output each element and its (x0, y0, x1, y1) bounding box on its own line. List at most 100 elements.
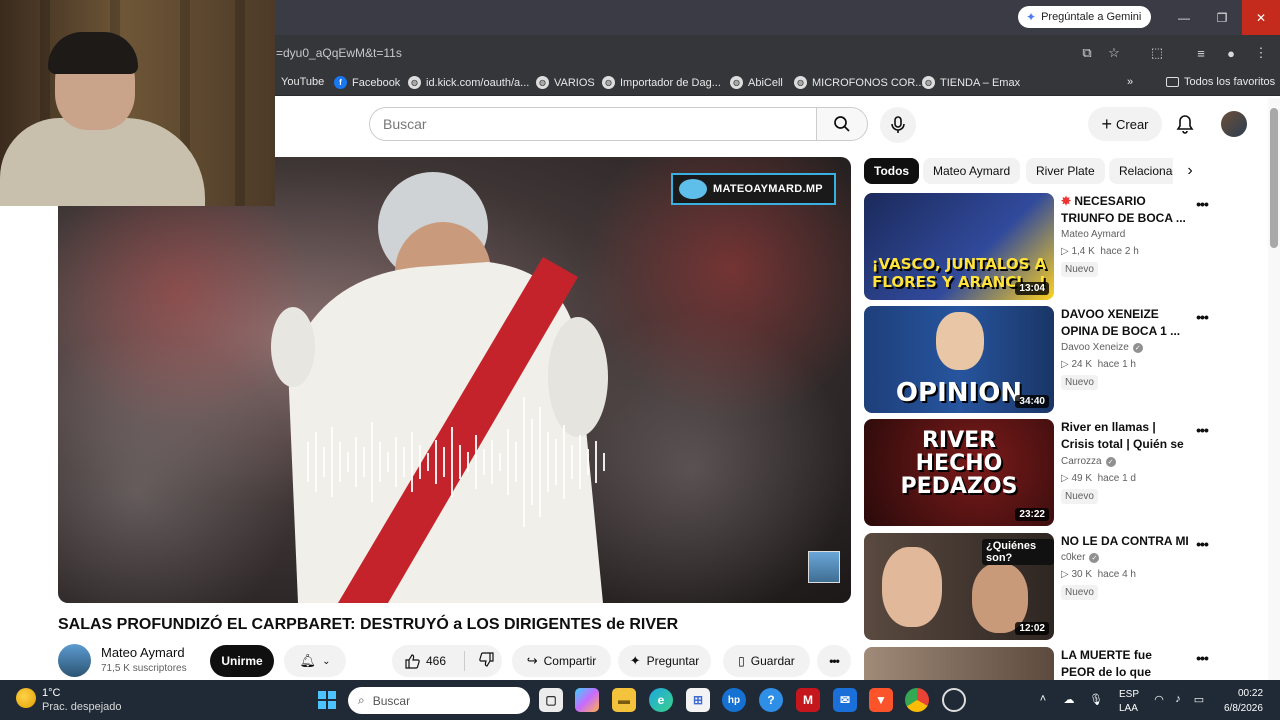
rec-thumbnail[interactable]: ¡VASCO, JUNTALOS A FLORES Y ARANCI...! 1… (864, 193, 1054, 300)
webcam-person-body (0, 118, 205, 206)
join-button[interactable]: Unirme (210, 645, 274, 677)
chip-mateo-aymard[interactable]: Mateo Aymard (923, 158, 1021, 184)
dislike-button[interactable] (479, 652, 494, 670)
url-field[interactable]: =dyu0_aQqEwM&t=11s (276, 46, 402, 60)
bookmark-kick[interactable]: ◍ id.kick.com/oauth/a... (408, 76, 529, 89)
rec-channel[interactable]: Mateo Aymard (1061, 229, 1125, 240)
file-explorer-icon[interactable]: ▬ (612, 688, 636, 712)
microsoft-store-icon[interactable]: ⊞ (686, 688, 710, 712)
thumbnail-text: ¿Quiénes son? (982, 539, 1054, 565)
search-input[interactable]: Buscar (369, 107, 816, 141)
cloud-icon[interactable]: ☁ (1062, 692, 1076, 706)
like-button[interactable]: 466 (405, 653, 446, 669)
bookmark-abicell[interactable]: ◍ AbiCell (730, 76, 783, 89)
task-view-icon[interactable]: ▢ (539, 688, 563, 712)
chip-river-plate[interactable]: River Plate (1026, 158, 1105, 184)
rec-title[interactable]: ✸ NECESARIO TRIUNFO DE BOCA ... (1061, 193, 1189, 227)
all-bookmarks-button[interactable]: Todos los favoritos (1166, 76, 1275, 88)
weather-temperature[interactable]: 1°C (42, 687, 60, 699)
chip-relacionados[interactable]: Relacionados (1109, 158, 1173, 184)
play-icon: ▷ (1061, 246, 1072, 257)
extensions-icon[interactable]: ⬚ (1148, 44, 1166, 62)
wifi-icon[interactable]: ◠ (1152, 692, 1166, 706)
rec-channel[interactable]: c0ker ✓ (1061, 552, 1100, 563)
fire-icon: ✸ (1061, 194, 1075, 208)
obs-icon[interactable] (942, 688, 966, 712)
ask-button[interactable]: ✦ Preguntar (618, 645, 711, 677)
rec-title[interactable]: NO LE DA CONTRA MI (1061, 533, 1189, 550)
weather-sun-icon[interactable] (16, 688, 36, 708)
rec-thumbnail[interactable] (864, 647, 1054, 680)
keyboard-layout-indicator[interactable]: LAA (1119, 703, 1138, 714)
rec-thumbnail[interactable]: RIVER HECHO PEDAZOS 23:22 (864, 419, 1054, 526)
volume-icon[interactable]: ♪ (1171, 692, 1185, 706)
gemini-button[interactable]: ✦ Pregúntale a Gemini (1018, 6, 1151, 28)
rec-menu-button[interactable]: ••• (1194, 650, 1210, 666)
edge-icon[interactable]: e (649, 688, 673, 712)
browser-menu-icon[interactable]: ⋮ (1252, 44, 1270, 62)
language-indicator[interactable]: ESP (1119, 689, 1139, 700)
chevron-up-icon[interactable]: ˄ (1036, 692, 1050, 706)
video-player[interactable]: MATEOAYMARD.MP (58, 157, 851, 603)
notification-preferences-button[interactable]: 🔔︎ ⌄ (284, 645, 346, 677)
rec-title[interactable]: DAVOO XENEIZE OPINA DE BOCA 1 ... (1061, 306, 1189, 340)
minimize-button[interactable]: — (1164, 0, 1204, 35)
taskbar-search-input[interactable]: ⌕ Buscar (348, 687, 530, 714)
channel-avatar[interactable] (58, 644, 91, 677)
windows-start-icon[interactable] (315, 688, 339, 712)
maximize-button[interactable]: ❐ (1202, 0, 1242, 35)
search-button[interactable] (816, 107, 868, 141)
weather-description[interactable]: Prac. despejado (42, 701, 122, 713)
chevron-right-icon[interactable]: › (1180, 160, 1200, 182)
thumbs-up-icon (405, 653, 420, 669)
rec-channel[interactable]: Carrozza ✓ (1061, 456, 1116, 467)
rec-menu-button[interactable]: ••• (1194, 536, 1210, 552)
channel-branding-thumbnail[interactable] (808, 551, 840, 583)
copilot-icon[interactable] (575, 688, 599, 712)
clock-time[interactable]: 00:22 (1238, 688, 1263, 699)
close-window-button[interactable]: ✕ (1242, 0, 1280, 35)
outlook-icon[interactable]: ✉ (833, 688, 857, 712)
rec-menu-button[interactable]: ••• (1194, 309, 1210, 325)
cast-icon[interactable]: ⧉ (1078, 44, 1096, 62)
rec-menu-button[interactable]: ••• (1194, 196, 1210, 212)
scrollbar-thumb[interactable] (1270, 108, 1278, 248)
more-actions-button[interactable]: ••• (817, 645, 851, 677)
rec-title[interactable]: LA MUERTE fue PEOR de lo que PENSABAN- .… (1061, 647, 1189, 681)
bookmark-star-icon[interactable]: ☆ (1105, 44, 1123, 62)
rec-menu-button[interactable]: ••• (1194, 422, 1210, 438)
help-icon[interactable]: ? (759, 688, 783, 712)
microphone-icon[interactable]: 🎙︎ (1089, 692, 1103, 706)
clock-date[interactable]: 6/8/2026 (1224, 703, 1263, 714)
bookmark-microfonos[interactable]: ◍ MICROFONOS COR... (794, 76, 924, 89)
voice-search-button[interactable] (880, 107, 916, 143)
media-controls-icon[interactable]: ≡ (1192, 44, 1210, 62)
share-button[interactable]: ↪ Compartir (512, 645, 611, 677)
bookmark-varios[interactable]: ◍ VARIOS (536, 76, 595, 89)
rec-thumbnail[interactable]: OPINION 34:40 (864, 306, 1054, 413)
new-badge: Nuevo (1061, 585, 1098, 600)
account-avatar[interactable] (1221, 111, 1247, 137)
rec-meta: ▷ 49 K hace 1 d (1061, 473, 1136, 484)
bookmark-importador[interactable]: ◍ Importador de Dag... (602, 76, 721, 89)
bookmark-tienda[interactable]: ◍ TIENDA – Emax (922, 76, 1020, 89)
hp-icon[interactable]: hp (722, 688, 746, 712)
bookmark-facebook[interactable]: f Facebook (334, 76, 400, 89)
rec-channel[interactable]: Davoo Xeneize ✓ (1061, 342, 1143, 353)
rec-title[interactable]: River en llamas | Crisis total | Quién s… (1061, 419, 1189, 453)
bookmarks-overflow-button[interactable]: » (1127, 76, 1133, 88)
profile-icon[interactable]: ● (1222, 44, 1240, 62)
rec-thumbnail[interactable]: ¿Quiénes son? 12:02 (864, 533, 1054, 640)
notifications-button[interactable] (1174, 113, 1196, 135)
channel-name[interactable]: Mateo Aymard (101, 645, 185, 660)
mcafee-icon[interactable]: M (796, 688, 820, 712)
chrome-icon[interactable] (905, 688, 929, 712)
thumbnail-face (936, 312, 984, 370)
bookmark-youtube[interactable]: YouTube (281, 76, 324, 88)
brave-icon[interactable]: ▼ (869, 688, 893, 712)
battery-icon[interactable]: ▭ (1192, 692, 1206, 706)
chip-todos[interactable]: Todos (864, 158, 920, 184)
create-button[interactable]: + Crear (1088, 107, 1162, 141)
save-button[interactable]: ▯ Guardar (723, 645, 810, 677)
new-badge: Nuevo (1061, 489, 1098, 504)
